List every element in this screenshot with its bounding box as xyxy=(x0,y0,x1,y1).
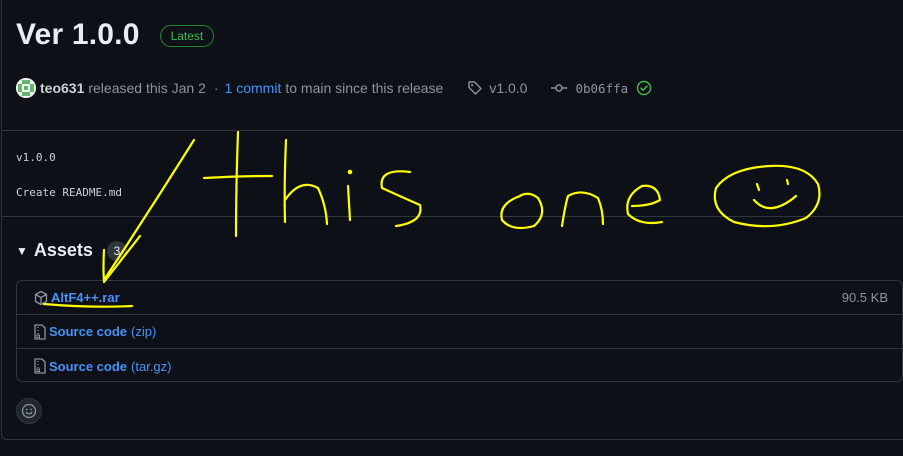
avatar[interactable] xyxy=(16,78,36,98)
assets-list: AltF4++.rar 90.5 KB Source code (zip) So… xyxy=(16,280,903,382)
asset-row: AltF4++.rar 90.5 KB xyxy=(17,281,902,315)
package-icon xyxy=(33,290,49,306)
release-notes-line-1: v1.0.0 xyxy=(16,151,56,164)
divider-top xyxy=(1,130,903,131)
assets-count-badge: 3 xyxy=(106,240,127,261)
tag-icon xyxy=(467,80,483,96)
latest-badge: Latest xyxy=(159,25,215,47)
asset-link-altf4-rar[interactable]: AltF4++.rar xyxy=(51,290,120,305)
commit-hash-link[interactable]: 0b06ffa xyxy=(575,81,628,96)
check-circle-icon[interactable] xyxy=(636,80,652,96)
add-reaction-button[interactable] xyxy=(16,398,42,424)
release-header: Ver 1.0.0 Latest xyxy=(16,18,215,52)
release-meta: teo631 released this Jan 2 · 1 commit to… xyxy=(16,77,652,99)
author-link[interactable]: teo631 xyxy=(40,80,84,96)
assets-heading: Assets xyxy=(33,240,93,260)
asset-link-source-zip[interactable]: Source code xyxy=(49,324,127,339)
git-commit-icon xyxy=(551,80,568,96)
asset-format-zip[interactable]: (zip) xyxy=(131,324,156,339)
assets-toggle[interactable]: ▼ Assets 3 xyxy=(16,240,127,261)
asset-row: Source code (tar.gz) xyxy=(17,349,902,383)
file-zip-icon xyxy=(33,358,47,374)
tag-link[interactable]: v1.0.0 xyxy=(489,80,527,96)
released-text: released this Jan 2 xyxy=(88,80,206,96)
asset-size: 90.5 KB xyxy=(841,290,888,305)
caret-down-icon: ▼ xyxy=(16,243,28,258)
asset-link-source-tar[interactable]: Source code xyxy=(49,359,127,374)
smiley-icon xyxy=(21,403,37,419)
release-notes-line-2: Create README.md xyxy=(16,186,122,199)
commit-suffix-text: to main since this release xyxy=(285,80,444,96)
asset-row: Source code (zip) xyxy=(17,315,902,349)
release-title[interactable]: Ver 1.0.0 xyxy=(16,18,140,52)
meta-separator: · xyxy=(213,80,219,96)
commit-count-link[interactable]: 1 commit xyxy=(225,80,282,96)
divider-middle xyxy=(1,216,903,217)
file-zip-icon xyxy=(33,323,47,340)
asset-format-tar[interactable]: (tar.gz) xyxy=(131,359,171,374)
